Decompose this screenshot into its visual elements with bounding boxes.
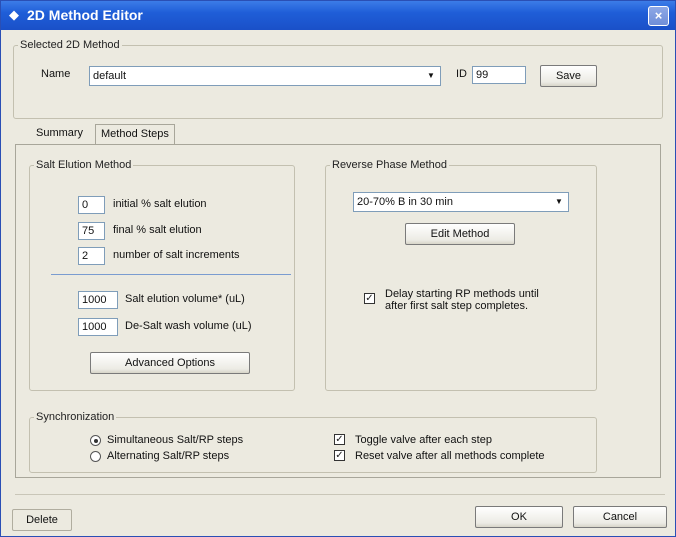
edit-method-button[interactable]: Edit Method: [405, 223, 515, 245]
close-button[interactable]: ×: [648, 6, 669, 26]
title-bar[interactable]: ◆ 2D Method Editor ×: [1, 1, 675, 30]
name-label: Name: [41, 68, 71, 80]
salt-separator: [51, 274, 291, 275]
initial-salt-label: initial % salt elution: [113, 198, 207, 210]
id-field[interactable]: 99: [472, 66, 526, 84]
alternating-label: Alternating Salt/RP steps: [107, 450, 230, 462]
advanced-options-button[interactable]: Advanced Options: [90, 352, 250, 374]
reset-valve-label: Reset valve after all methods complete: [355, 450, 545, 462]
salt-elution-volume-label: Salt elution volume* (uL): [125, 293, 245, 305]
desalt-wash-volume-label: De-Salt wash volume (uL): [125, 320, 252, 332]
reset-valve-checkbox[interactable]: ✓: [334, 450, 345, 461]
ok-button[interactable]: OK: [475, 506, 563, 528]
app-icon: ◆: [9, 7, 19, 22]
salt-elution-volume-field[interactable]: 1000: [78, 291, 118, 309]
chevron-down-icon[interactable]: ▼: [424, 69, 438, 83]
alternating-radio[interactable]: [90, 451, 101, 462]
close-icon: ×: [654, 8, 663, 23]
chevron-down-icon[interactable]: ▼: [552, 195, 566, 209]
rp-method-combobox[interactable]: 20-70% B in 30 min ▼: [353, 192, 569, 212]
toggle-valve-checkbox[interactable]: ✓: [334, 434, 345, 445]
save-button[interactable]: Save: [540, 65, 597, 87]
name-value: default: [93, 70, 127, 82]
simultaneous-radio[interactable]: [90, 435, 101, 446]
reverse-phase-legend: Reverse Phase Method: [332, 159, 447, 171]
delete-button[interactable]: Delete: [12, 509, 72, 531]
salt-increments-field[interactable]: 2: [78, 247, 105, 265]
footer-divider: [15, 494, 665, 495]
synchronization-legend: Synchronization: [36, 411, 115, 423]
toggle-valve-label: Toggle valve after each step: [355, 434, 492, 446]
tab-method-steps[interactable]: Method Steps: [95, 124, 175, 145]
delay-rp-label: Delay starting RP methods until after fi…: [385, 288, 539, 312]
method-editor-window: ◆ 2D Method Editor × Selected 2D Method …: [0, 0, 676, 537]
cancel-button[interactable]: Cancel: [573, 506, 667, 528]
tab-summary[interactable]: Summary: [31, 124, 88, 144]
window-title: 2D Method Editor: [27, 7, 143, 23]
id-label: ID: [456, 68, 467, 80]
salt-elution-legend: Salt Elution Method: [36, 159, 132, 171]
rp-method-value: 20-70% B in 30 min: [357, 196, 453, 208]
simultaneous-label: Simultaneous Salt/RP steps: [107, 434, 244, 446]
delay-rp-checkbox[interactable]: ✓: [364, 293, 375, 304]
delay-rp-label-line1: Delay starting RP methods until: [385, 288, 539, 300]
final-salt-field[interactable]: 75: [78, 222, 105, 240]
initial-salt-field[interactable]: 0: [78, 196, 105, 214]
salt-increments-label: number of salt increments: [113, 249, 240, 261]
final-salt-label: final % salt elution: [113, 224, 202, 236]
selected-method-legend: Selected 2D Method: [20, 39, 120, 51]
desalt-wash-volume-field[interactable]: 1000: [78, 318, 118, 336]
delay-rp-label-line2: after first salt step completes.: [385, 300, 529, 312]
name-combobox[interactable]: default ▼: [89, 66, 441, 86]
